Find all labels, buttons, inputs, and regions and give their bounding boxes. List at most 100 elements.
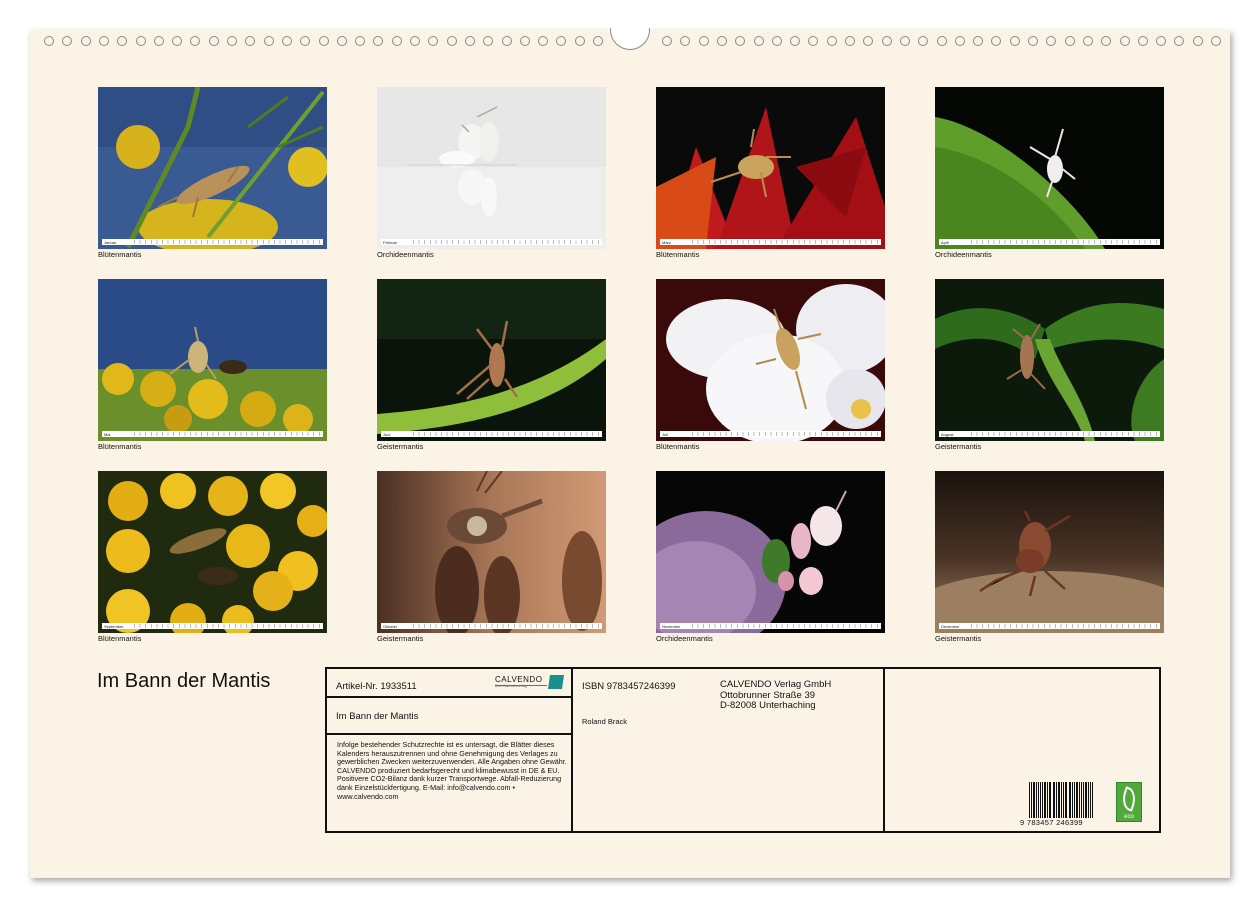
ring-hole [227,36,237,46]
thumbnail-august: August [935,279,1164,441]
ring-hole [1137,36,1148,46]
caption-january: Blütenmantis [98,250,142,259]
ring-hole [899,36,910,46]
author: Roland Brack [582,717,628,726]
ring-hole [410,36,420,46]
ring-hole [80,36,91,46]
calendar-back-sheet: Januar Blütenmantis Februar Orchideenman… [30,0,1230,878]
photo-november [656,471,885,633]
ring-hole [190,36,201,46]
ring-hole [1046,36,1057,46]
ring-hole [263,36,274,46]
ring-hole [808,36,819,46]
thumbnail-june: Juni [377,279,606,441]
thumbnail-july: Juli [656,279,885,441]
ring-hole [881,36,892,46]
photo-july [656,279,885,441]
ring-hole [716,36,727,46]
caption-september: Blütenmantis [98,634,142,643]
ring-hole [117,36,128,46]
photo-june [377,279,606,441]
caption-june: Geistermantis [377,442,424,451]
ring-hole [936,36,947,46]
info-title: Im Bann der Mantis [336,711,419,722]
calvendo-logo: CALVENDO Dein Kalenderverlag [495,675,564,693]
thumbnail-january: Januar [98,87,327,249]
photo-may [98,279,327,441]
ring-hole [1174,36,1185,46]
ring-hole [483,36,494,46]
article-number: Artikel-Nr. 1933511 [336,681,417,692]
ring-hole [863,36,874,46]
thumbnail-november: November [656,471,885,633]
barcode: 9 783457 246399 [1020,782,1098,832]
thumbnail-september: September [98,471,327,633]
ring-hole [208,36,219,46]
ring-hole [826,36,837,46]
ring-hole [428,36,439,46]
ring-hole [464,36,475,46]
ring-hole [973,36,984,46]
caption-july: Blütenmantis [656,442,700,451]
ring-hole [1156,36,1167,46]
ring-hole [446,36,457,46]
eco-icon: eco [1116,782,1142,822]
ring-hole [281,36,292,46]
caption-march: Blütenmantis [656,250,700,259]
thumbnail-october: Oktober [377,471,606,633]
ring-hole [336,36,347,46]
caption-november: Orchideenmantis [656,634,713,643]
ring-hole [556,36,567,46]
photo-april [935,87,1164,249]
ring-hole [538,36,549,46]
ring-hole [98,36,109,46]
photo-september [98,471,327,633]
photo-february [377,87,606,249]
ring-hole [1064,36,1075,46]
photo-october [377,471,606,633]
ring-hole [245,36,256,46]
isbn: ISBN 9783457246399 [582,681,676,692]
photo-march [656,87,885,249]
thumbnail-april: April [935,87,1164,249]
ring-hole [373,36,384,46]
ring-hole [1082,36,1093,46]
ring-hole [735,36,746,46]
ring-hole [680,36,691,46]
ring-hole [519,36,530,46]
ring-hole [753,36,764,46]
thumbnail-may: Mai [98,279,327,441]
ring-hole [991,36,1002,46]
ring-hole [790,36,801,46]
ring-hole [1009,36,1020,46]
photo-december [935,471,1164,633]
ring-hole [1192,36,1203,46]
legal-notice: Infolge bestehender Schutzrechte ist es … [337,740,567,801]
calendar-title: Im Bann der Mantis [97,670,271,692]
info-column-left: Artikel-Nr. 1933511 CALVENDO Dein Kalend… [327,669,573,831]
ring-hole [135,36,146,46]
ring-hole [918,36,929,46]
caption-february: Orchideenmantis [377,250,434,259]
ring-hole [1028,36,1038,46]
ring-hole [1101,36,1112,46]
ring-hole [300,36,311,46]
ring-hole [574,36,585,46]
caption-october: Geistermantis [377,634,424,643]
ring-hole [593,36,603,46]
ring-hole [391,36,402,46]
thumbnail-december: Dezember [935,471,1164,633]
caption-december: Geistermantis [935,634,982,643]
thumbnail-february: Februar [377,87,606,249]
thumbnail-march: März [656,87,885,249]
ring-hole [355,36,366,46]
ring-hole [1119,36,1130,46]
barcode-number: 9 783457 246399 [1020,818,1083,827]
ring-hole [845,36,855,46]
info-column-middle: ISBN 9783457246399 Roland Brack CALVENDO… [573,669,885,831]
ring-hole [1211,36,1221,46]
ring-hole [501,36,512,46]
ring-hole [172,36,183,46]
publisher-address: CALVENDO Verlag GmbH Ottobrunner Straße … [720,679,832,711]
caption-may: Blütenmantis [98,442,142,451]
